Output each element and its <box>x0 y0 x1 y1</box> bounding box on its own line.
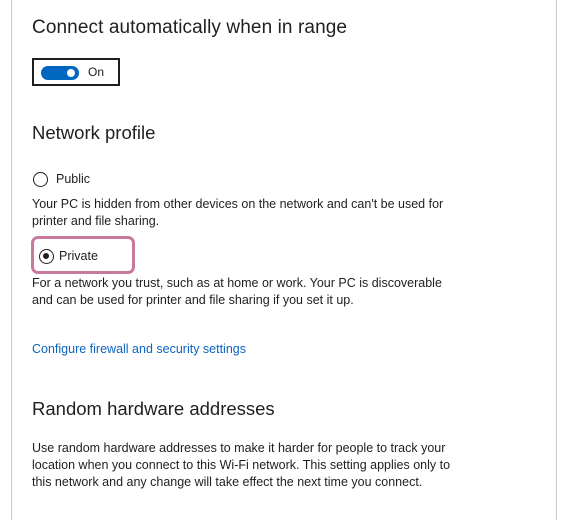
configure-firewall-link[interactable]: Configure firewall and security settings <box>32 342 246 356</box>
random-hardware-addresses-heading: Random hardware addresses <box>32 398 275 419</box>
radio-selected-dot <box>43 253 49 259</box>
connect-automatically-heading: Connect automatically when in range <box>32 17 348 38</box>
public-radio-label[interactable]: Public <box>56 172 90 186</box>
toggle-switch[interactable] <box>41 66 79 80</box>
network-profile-heading: Network profile <box>32 122 156 143</box>
connect-automatically-toggle[interactable]: On <box>32 58 120 86</box>
wifi-settings-panel: Connect automatically when in range On N… <box>11 0 557 520</box>
public-radio-button[interactable] <box>33 172 48 187</box>
toggle-state-label: On <box>88 65 105 79</box>
private-radio-button[interactable] <box>39 249 54 264</box>
private-radio-label[interactable]: Private <box>59 249 98 263</box>
toggle-knob <box>67 69 75 77</box>
private-description: For a network you trust, such as at home… <box>32 276 442 307</box>
public-description: Your PC is hidden from other devices on … <box>32 197 444 228</box>
random-hardware-description: Use random hardware addresses to make it… <box>32 441 451 489</box>
